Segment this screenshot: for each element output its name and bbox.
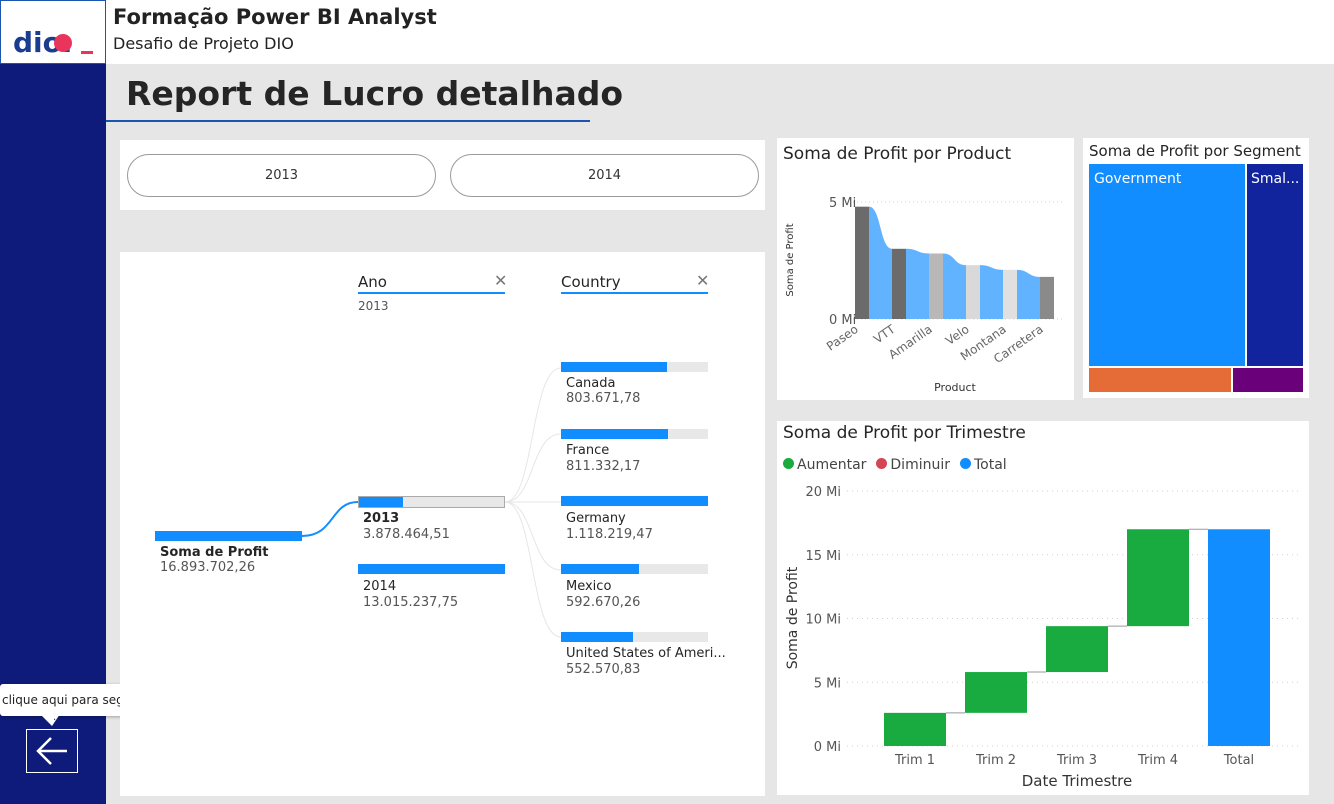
logo-box: dio.	[0, 0, 106, 64]
x-tick-label: Total	[1223, 753, 1254, 768]
node-value-usa: 552.570,83	[566, 662, 641, 677]
node-fill-2014	[358, 564, 505, 574]
dio-logo: dio.	[11, 27, 95, 59]
svg-text:..: ..	[53, 714, 59, 723]
node-label-france: France	[566, 443, 610, 458]
node-label-usa: United States of Ameri...	[566, 646, 726, 661]
treemap-tile-orange[interactable]	[1089, 368, 1231, 392]
treemap-tile-government[interactable]: Government	[1089, 164, 1245, 366]
treemap-label-government: Government	[1094, 171, 1182, 187]
year-slicer: 2013 2014	[120, 140, 765, 210]
waterfall-svg: 0 Mi 5 Mi 10 Mi 15 Mi 20 Mi Soma de Profit Dat…	[785, 485, 1302, 790]
page-title: Report de Lucro detalhado	[126, 74, 624, 113]
treemap-tile-small-business[interactable]: Smal...	[1247, 164, 1303, 366]
title-underline	[106, 120, 590, 122]
segment-treemap: Soma de Profit por Segment Government Sm…	[1083, 138, 1309, 398]
node-bar-2013[interactable]	[358, 496, 505, 508]
slicer-button-2013[interactable]: 2013	[127, 154, 436, 197]
x-tick-label: Trim 4	[1137, 753, 1178, 768]
node-value-france: 811.332,17	[566, 459, 641, 474]
bar	[966, 265, 980, 319]
y-tick-label: 5 Mi	[814, 676, 841, 691]
node-value-2013: 3.878.464,51	[363, 527, 450, 542]
x-tick-label: Trim 1	[894, 753, 935, 768]
node-bar-usa[interactable]	[561, 632, 708, 642]
node-bar-france[interactable]	[561, 429, 708, 439]
treemap-label-small-business: Smal...	[1251, 171, 1300, 187]
node-label-2014: 2014	[363, 579, 397, 594]
bar	[929, 253, 943, 319]
node-label-mexico: Mexico	[566, 579, 612, 594]
ribbon	[869, 206, 892, 319]
root-label: Soma de Profit	[160, 545, 269, 560]
y-axis-label: Soma de Profit	[785, 566, 801, 669]
segment-treemap-title: Soma de Profit por Segment	[1089, 142, 1301, 160]
y-tick-label: 20 Mi	[805, 485, 841, 500]
node-value-mexico: 592.670,26	[566, 595, 641, 610]
ribbon	[943, 253, 966, 319]
tree-connectors	[301, 367, 562, 638]
ribbon	[1017, 269, 1040, 319]
x-tick-label: VTT	[871, 322, 898, 347]
y-tick-label: 15 Mi	[805, 549, 841, 564]
y-tick-label: 5 Mi	[829, 196, 856, 211]
trimester-waterfall: Soma de Profit por Trimestre Aumentar Di…	[777, 421, 1309, 795]
tooltip-pointer: ..	[40, 714, 60, 726]
waterfall-bar	[1046, 626, 1108, 673]
node-label-canada: Canada	[566, 376, 616, 391]
x-axis-label: Product	[934, 381, 976, 394]
x-axis-label: Date Trimestre	[1022, 772, 1133, 790]
y-tick-label: 10 Mi	[805, 613, 841, 628]
node-bar-2014[interactable]	[358, 564, 505, 574]
bar	[1040, 276, 1054, 319]
arrow-left-icon	[36, 737, 67, 765]
ribbon	[980, 265, 1003, 319]
ribbon	[906, 248, 929, 319]
product-chart: Soma de Profit por Product 0 Mi 5 Mi Soma …	[777, 138, 1074, 400]
waterfall-bar	[1127, 529, 1189, 627]
node-bar-canada[interactable]	[561, 362, 708, 372]
back-button[interactable]	[26, 729, 78, 773]
product-chart-svg: 0 Mi5 MiSoma de ProfitProductPaseo VTTAma…	[785, 196, 1063, 394]
waterfall-bar	[884, 712, 946, 746]
root-bar[interactable]	[155, 531, 302, 541]
x-tick-label: Velo	[943, 322, 972, 348]
y-tick-label: 0 Mi	[814, 740, 841, 755]
top-bar: Formação Power BI Analyst Desafio de Pro…	[106, 0, 1334, 64]
y-axis-label: Soma de Profit	[785, 223, 796, 296]
app-title: Formação Power BI Analyst	[113, 5, 437, 29]
waterfall-bar	[1208, 529, 1270, 746]
node-bar-germany[interactable]	[561, 496, 708, 506]
x-tick-label: Trim 3	[1056, 753, 1097, 768]
slicer-button-2014[interactable]: 2014	[450, 154, 759, 197]
bar	[855, 206, 869, 319]
bar	[892, 248, 906, 319]
node-fill-2013	[359, 497, 403, 507]
root-value: 16.893.702,26	[160, 560, 256, 575]
treemap-tile-purple[interactable]	[1233, 368, 1303, 392]
waterfall-bar	[965, 672, 1027, 713]
decomposition-tree: Ano ✕ 2013 Country ✕ Soma de Profit 16.8…	[120, 252, 765, 796]
node-value-2014: 13.015.237,75	[363, 595, 459, 610]
bar	[1003, 269, 1017, 319]
node-label-germany: Germany	[566, 511, 626, 526]
node-label-2013: 2013	[363, 511, 400, 526]
node-value-germany: 1.118.219,47	[566, 527, 653, 542]
app-subtitle: Desafio de Projeto DIO	[113, 34, 294, 53]
x-tick-label: Trim 2	[975, 753, 1016, 768]
node-value-canada: 803.671,78	[566, 391, 641, 406]
node-bar-mexico[interactable]	[561, 564, 708, 574]
